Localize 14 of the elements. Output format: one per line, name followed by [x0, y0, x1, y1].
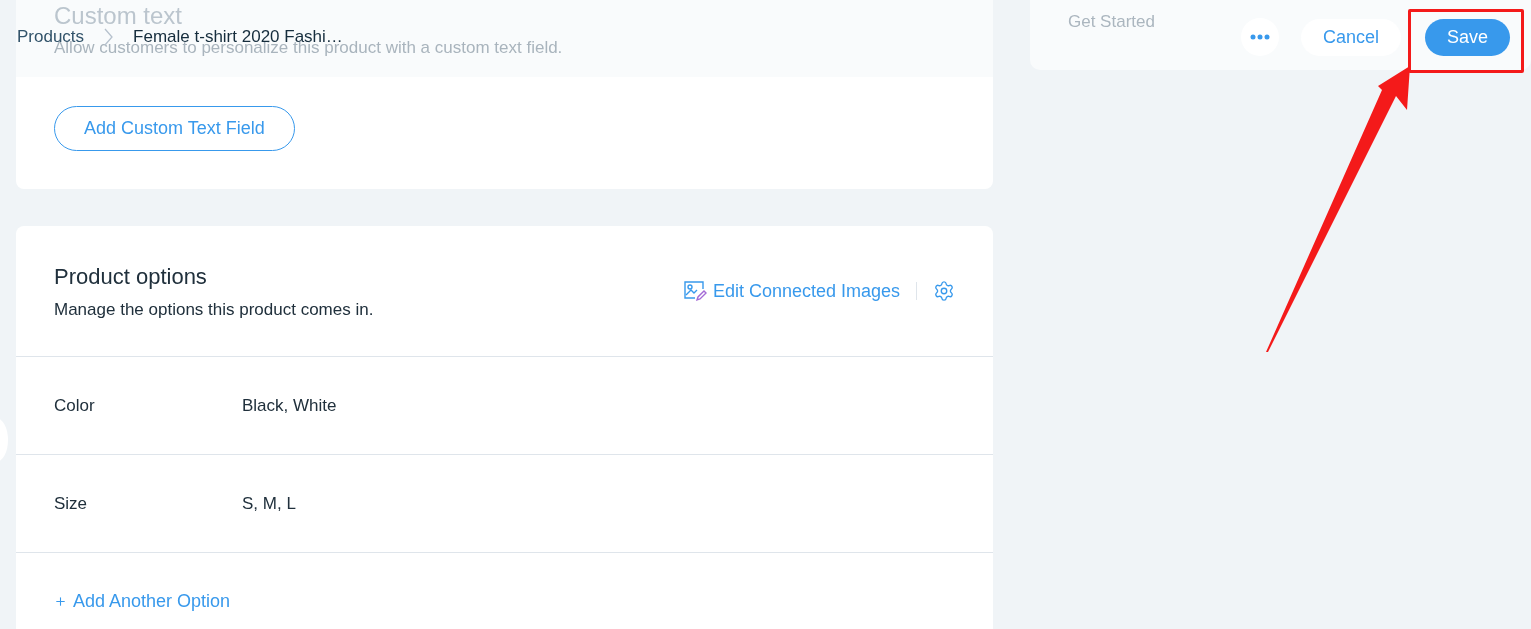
dots-icon: [1249, 34, 1270, 40]
image-edit-icon: [682, 280, 707, 302]
section-title: Custom text: [54, 2, 184, 30]
option-name: Size: [54, 493, 89, 514]
option-values: S, M, L: [242, 493, 296, 514]
section-description: Manage the options this product comes in.: [54, 300, 374, 320]
add-option-link[interactable]: Add Another Option: [54, 591, 231, 612]
edit-images-link[interactable]: Edit Connected Images: [682, 280, 900, 302]
option-name: Color: [54, 395, 96, 416]
add-custom-text-button[interactable]: Add Custom Text Field: [54, 106, 295, 151]
settings-icon[interactable]: [933, 280, 955, 302]
plus-icon: [54, 595, 67, 608]
section-title: Product options: [54, 264, 208, 290]
option-values: Black, White: [242, 395, 337, 416]
